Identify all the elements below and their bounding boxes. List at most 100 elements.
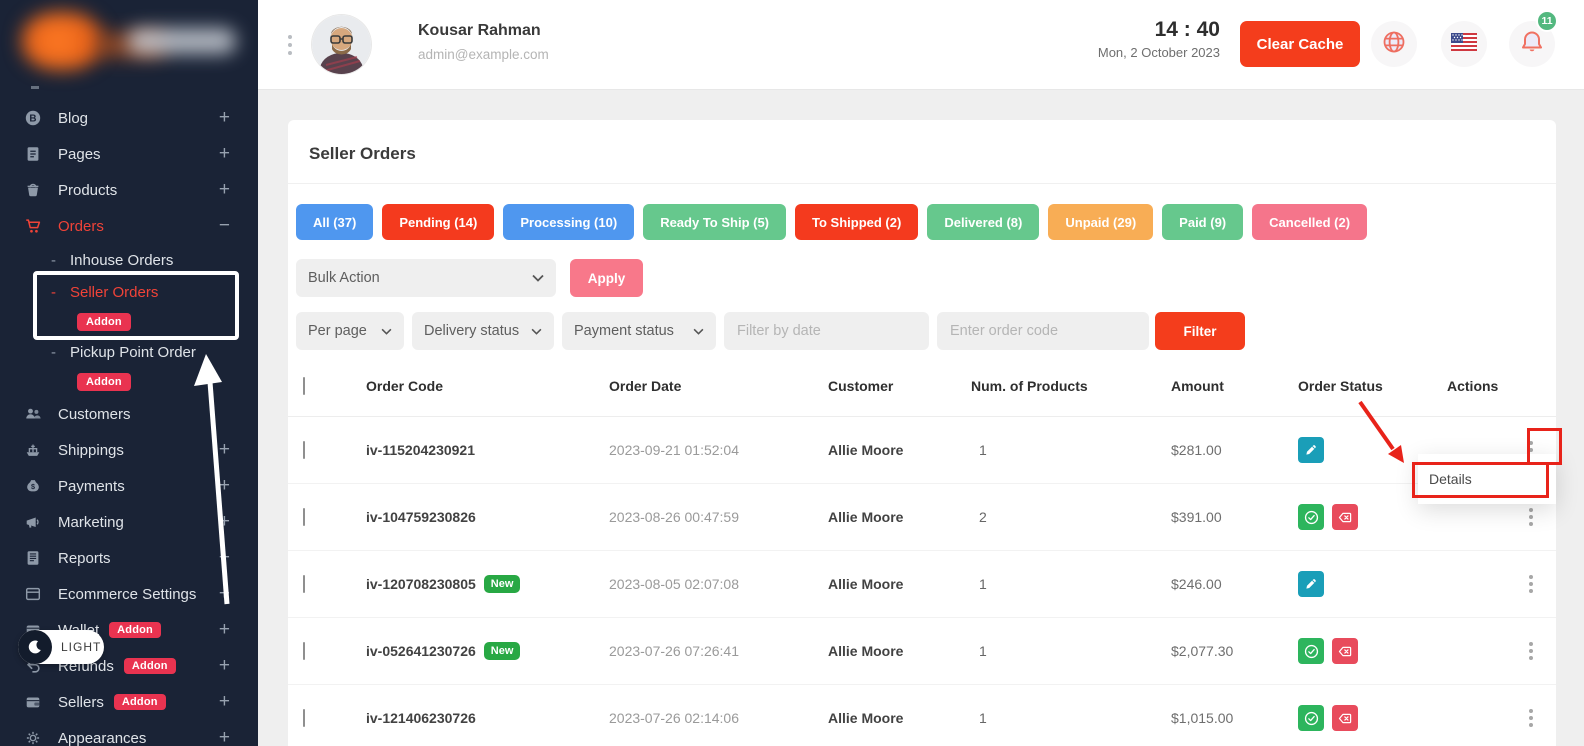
clear-cache-button[interactable]: Clear Cache — [1240, 21, 1360, 67]
sidebar-item-label: Reports — [58, 550, 111, 567]
sidebar: BBlog+Pages+Products+Orders−-Inhouse Ord… — [0, 0, 258, 746]
row-actions-kebab-icon[interactable] — [1522, 570, 1540, 598]
sidebar-subitem-label: Inhouse Orders — [70, 252, 173, 269]
dash-icon: - — [51, 252, 56, 269]
details-menu-item[interactable]: Details — [1418, 471, 1556, 487]
payment-status-select[interactable]: Payment status — [562, 312, 716, 350]
row-checkbox[interactable] — [303, 642, 305, 660]
table-row: iv-120708230805New2023-08-05 02:07:08All… — [288, 551, 1556, 618]
cancel-backspace-icon — [1332, 638, 1358, 664]
addon-badge-row: Addon — [0, 308, 258, 336]
apply-button[interactable]: Apply — [570, 259, 643, 297]
sidebar-item-label: Sellers — [58, 694, 104, 711]
row-checkbox[interactable] — [303, 575, 305, 593]
row-checkbox[interactable] — [303, 441, 305, 459]
status-filter-pending-14[interactable]: Pending (14) — [382, 204, 494, 240]
bulk-action-select[interactable]: Bulk Action — [296, 259, 556, 297]
status-filter-ready-to-ship-5[interactable]: Ready To Ship (5) — [643, 204, 786, 240]
dash-icon: - — [51, 344, 56, 361]
order-date: 2023-08-05 02:07:08 — [609, 576, 739, 592]
status-filter-unpaid-29[interactable]: Unpaid (29) — [1048, 204, 1153, 240]
theme-toggle[interactable]: LIGHT — [18, 630, 104, 664]
order-date: 2023-07-26 02:14:06 — [609, 710, 739, 726]
plus-icon: + — [219, 511, 230, 533]
edit-pencil-icon[interactable] — [1298, 571, 1324, 597]
sidebar-item-label: Blog — [58, 110, 88, 127]
num-products: 1 — [971, 643, 987, 659]
sidebar-item-reports[interactable]: Reports + — [0, 540, 258, 576]
status-filter-processing-10[interactable]: Processing (10) — [503, 204, 634, 240]
sidebar-subitem-inhouse-orders[interactable]: -Inhouse Orders — [0, 244, 258, 276]
plus-icon: + — [219, 619, 230, 641]
customer-name: Allie Moore — [828, 442, 903, 458]
order-date: 2023-08-26 00:47:59 — [609, 509, 739, 525]
status-filter-delivered-8[interactable]: Delivered (8) — [927, 204, 1039, 240]
row-actions-kebab-icon[interactable] — [1522, 704, 1540, 732]
status-filter-to-shipped-2[interactable]: To Shipped (2) — [795, 204, 918, 240]
order-code: iv-115204230921 — [366, 442, 475, 458]
bulk-action-select-value: Bulk Action — [308, 270, 380, 286]
sidebar-item-orders[interactable]: Orders− — [0, 208, 258, 244]
num-products: 1 — [971, 710, 987, 726]
order-amount: $2,077.30 — [1171, 643, 1233, 659]
addon-badge: Addon — [77, 373, 131, 391]
sellers-icon — [24, 692, 44, 712]
sidebar-item-sellers[interactable]: SellersAddon+ — [0, 684, 258, 720]
column-header-customer: Customer — [828, 378, 971, 394]
sidebar-item-blog[interactable]: BBlog+ — [0, 100, 258, 136]
column-header-num-products: Num. of Products — [971, 378, 1171, 394]
chevron-down-icon — [522, 274, 544, 282]
row-checkbox[interactable] — [303, 709, 305, 727]
confirmed-check-icon — [1298, 504, 1324, 530]
clock-date: Mon, 2 October 2023 — [1098, 45, 1220, 60]
customer-name: Allie Moore — [828, 710, 903, 726]
bell-icon — [1517, 27, 1547, 62]
top-header: Kousar Rahman admin@example.com 14 : 40 … — [258, 0, 1584, 90]
app-logo[interactable] — [0, 0, 258, 90]
sidebar-item-marketing[interactable]: Marketing + — [0, 504, 258, 540]
num-products: 2 — [971, 509, 987, 525]
sidebar-item-ecommerce-settings[interactable]: Ecommerce Settings+ — [0, 576, 258, 612]
sidebar-item-appearances[interactable]: Appearances+ — [0, 720, 258, 746]
language-globe-button[interactable] — [1371, 21, 1417, 67]
plus-icon: + — [219, 439, 230, 461]
sidebar-item-customers[interactable]: Customers — [0, 396, 258, 432]
per-page-select-value: Per page — [308, 323, 367, 339]
status-filter-all-37[interactable]: All (37) — [296, 204, 373, 240]
sidebar-subitem-pickup-point-order[interactable]: -Pickup Point Order — [0, 336, 258, 368]
column-header-order-date: Order Date — [609, 378, 828, 394]
sidebar-item-label: Marketing — [58, 514, 124, 531]
order-code-input[interactable] — [937, 312, 1149, 350]
select-all-checkbox[interactable] — [303, 377, 305, 395]
row-checkbox[interactable] — [303, 508, 305, 526]
per-page-select[interactable]: Per page — [296, 312, 404, 350]
seller-orders-card: Seller Orders All (37)Pending (14)Proces… — [288, 120, 1556, 746]
notification-count-badge: 11 — [1536, 10, 1558, 32]
products-icon — [24, 180, 44, 200]
sidebar-item-label: Customers — [58, 406, 131, 423]
sidebar-item-payments[interactable]: $Payments+ — [0, 468, 258, 504]
minus-icon: − — [219, 215, 230, 237]
sidebar-item-products[interactable]: Products+ — [0, 172, 258, 208]
status-filter-cancelled-2[interactable]: Cancelled (2) — [1252, 204, 1367, 240]
delivery-status-select[interactable]: Delivery status — [412, 312, 554, 350]
customer-name: Allie Moore — [828, 643, 903, 659]
status-filter-paid-9[interactable]: Paid (9) — [1162, 204, 1243, 240]
plus-icon: + — [219, 547, 230, 569]
row-actions-kebab-icon[interactable] — [1522, 637, 1540, 665]
row-actions-kebab-icon[interactable] — [1522, 503, 1540, 531]
sidebar-item-pages[interactable]: Pages+ — [0, 136, 258, 172]
filter-button[interactable]: Filter — [1155, 312, 1245, 350]
locale-flag-button[interactable] — [1441, 21, 1487, 67]
sidebar-collapse-kebab-icon[interactable] — [283, 29, 297, 61]
user-avatar[interactable] — [312, 15, 371, 74]
sidebar-subitem-seller-orders[interactable]: -Seller Orders — [0, 276, 258, 308]
sidebar-item-label: Products — [58, 182, 117, 199]
edit-pencil-icon[interactable] — [1298, 437, 1324, 463]
sidebar-item-shippings[interactable]: Shippings+ — [0, 432, 258, 468]
sidebar-item-label: Payments — [58, 478, 125, 495]
filter-by-date-input[interactable] — [724, 312, 929, 350]
column-header-actions: Actions — [1447, 378, 1556, 394]
logo-wordmark — [128, 28, 236, 54]
table-row: iv-1152042309212023-09-21 01:52:04Allie … — [288, 417, 1556, 484]
